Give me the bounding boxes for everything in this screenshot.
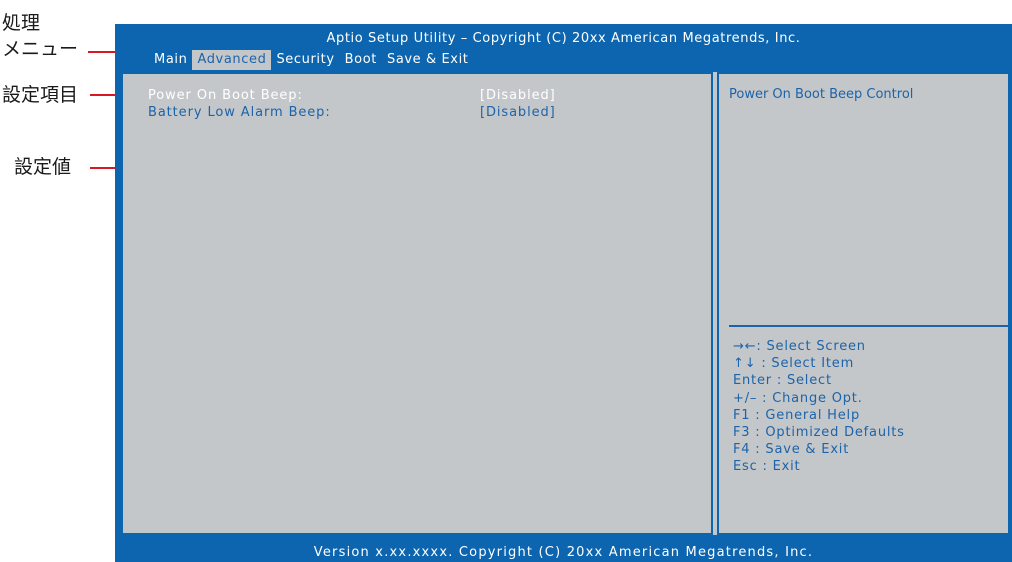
bios-menu-bar: Main Advanced Security Boot Save & Exit: [149, 50, 474, 70]
annotation-items-label: 設定項目: [2, 84, 79, 106]
annotation-value-label: 設定値: [14, 156, 72, 178]
bios-screen: Aptio Setup Utility – Copyright (C) 20xx…: [115, 24, 1012, 562]
setting-value[interactable]: [Disabled]: [480, 87, 556, 104]
key-general-help: F1 : General Help: [733, 407, 860, 423]
bios-content-panel: Power On Boot Beep: [Disabled] Battery L…: [121, 72, 1010, 535]
key-change-opt: +/– : Change Opt.: [733, 390, 863, 406]
menu-tab-security[interactable]: Security: [271, 50, 339, 70]
key-legend: →←: Select Screen ↑↓ : Select Item Enter…: [733, 338, 905, 476]
setting-label: Power On Boot Beep:: [148, 88, 303, 103]
annotation-menu-label-line2: メニュー: [2, 38, 79, 60]
bios-title: Aptio Setup Utility – Copyright (C) 20xx…: [326, 31, 801, 46]
setting-power-on-boot-beep[interactable]: Power On Boot Beep: [Disabled]: [148, 87, 588, 104]
key-select-screen: →←: Select Screen: [733, 339, 866, 354]
setting-label: Battery Low Alarm Beep:: [148, 105, 331, 120]
bios-footer: Version x.xx.xxxx. Copyright (C) 20xx Am…: [313, 545, 814, 560]
help-divider: [729, 325, 1010, 327]
menu-tab-boot[interactable]: Boot: [340, 50, 382, 70]
settings-area: Power On Boot Beep: [Disabled] Battery L…: [121, 72, 713, 535]
key-select-item: ↑↓ : Select Item: [733, 356, 855, 372]
help-text: Power On Boot Beep Control: [729, 87, 914, 102]
menu-tab-main[interactable]: Main: [149, 50, 192, 70]
key-enter-select: Enter : Select: [733, 373, 832, 389]
setting-battery-low-alarm-beep[interactable]: Battery Low Alarm Beep: [Disabled]: [148, 104, 588, 121]
key-optimized-defaults: F3 : Optimized Defaults: [733, 425, 905, 441]
key-esc-exit: Esc : Exit: [733, 459, 801, 475]
menu-tab-save-exit[interactable]: Save & Exit: [382, 50, 474, 70]
annotation-menu-label-line1: 処理: [2, 12, 41, 34]
key-save-exit: F4 : Save & Exit: [733, 442, 850, 458]
menu-tab-advanced[interactable]: Advanced: [192, 50, 272, 70]
help-area: Power On Boot Beep Control →←: Select Sc…: [717, 72, 1010, 535]
setting-value[interactable]: [Disabled]: [480, 104, 556, 121]
